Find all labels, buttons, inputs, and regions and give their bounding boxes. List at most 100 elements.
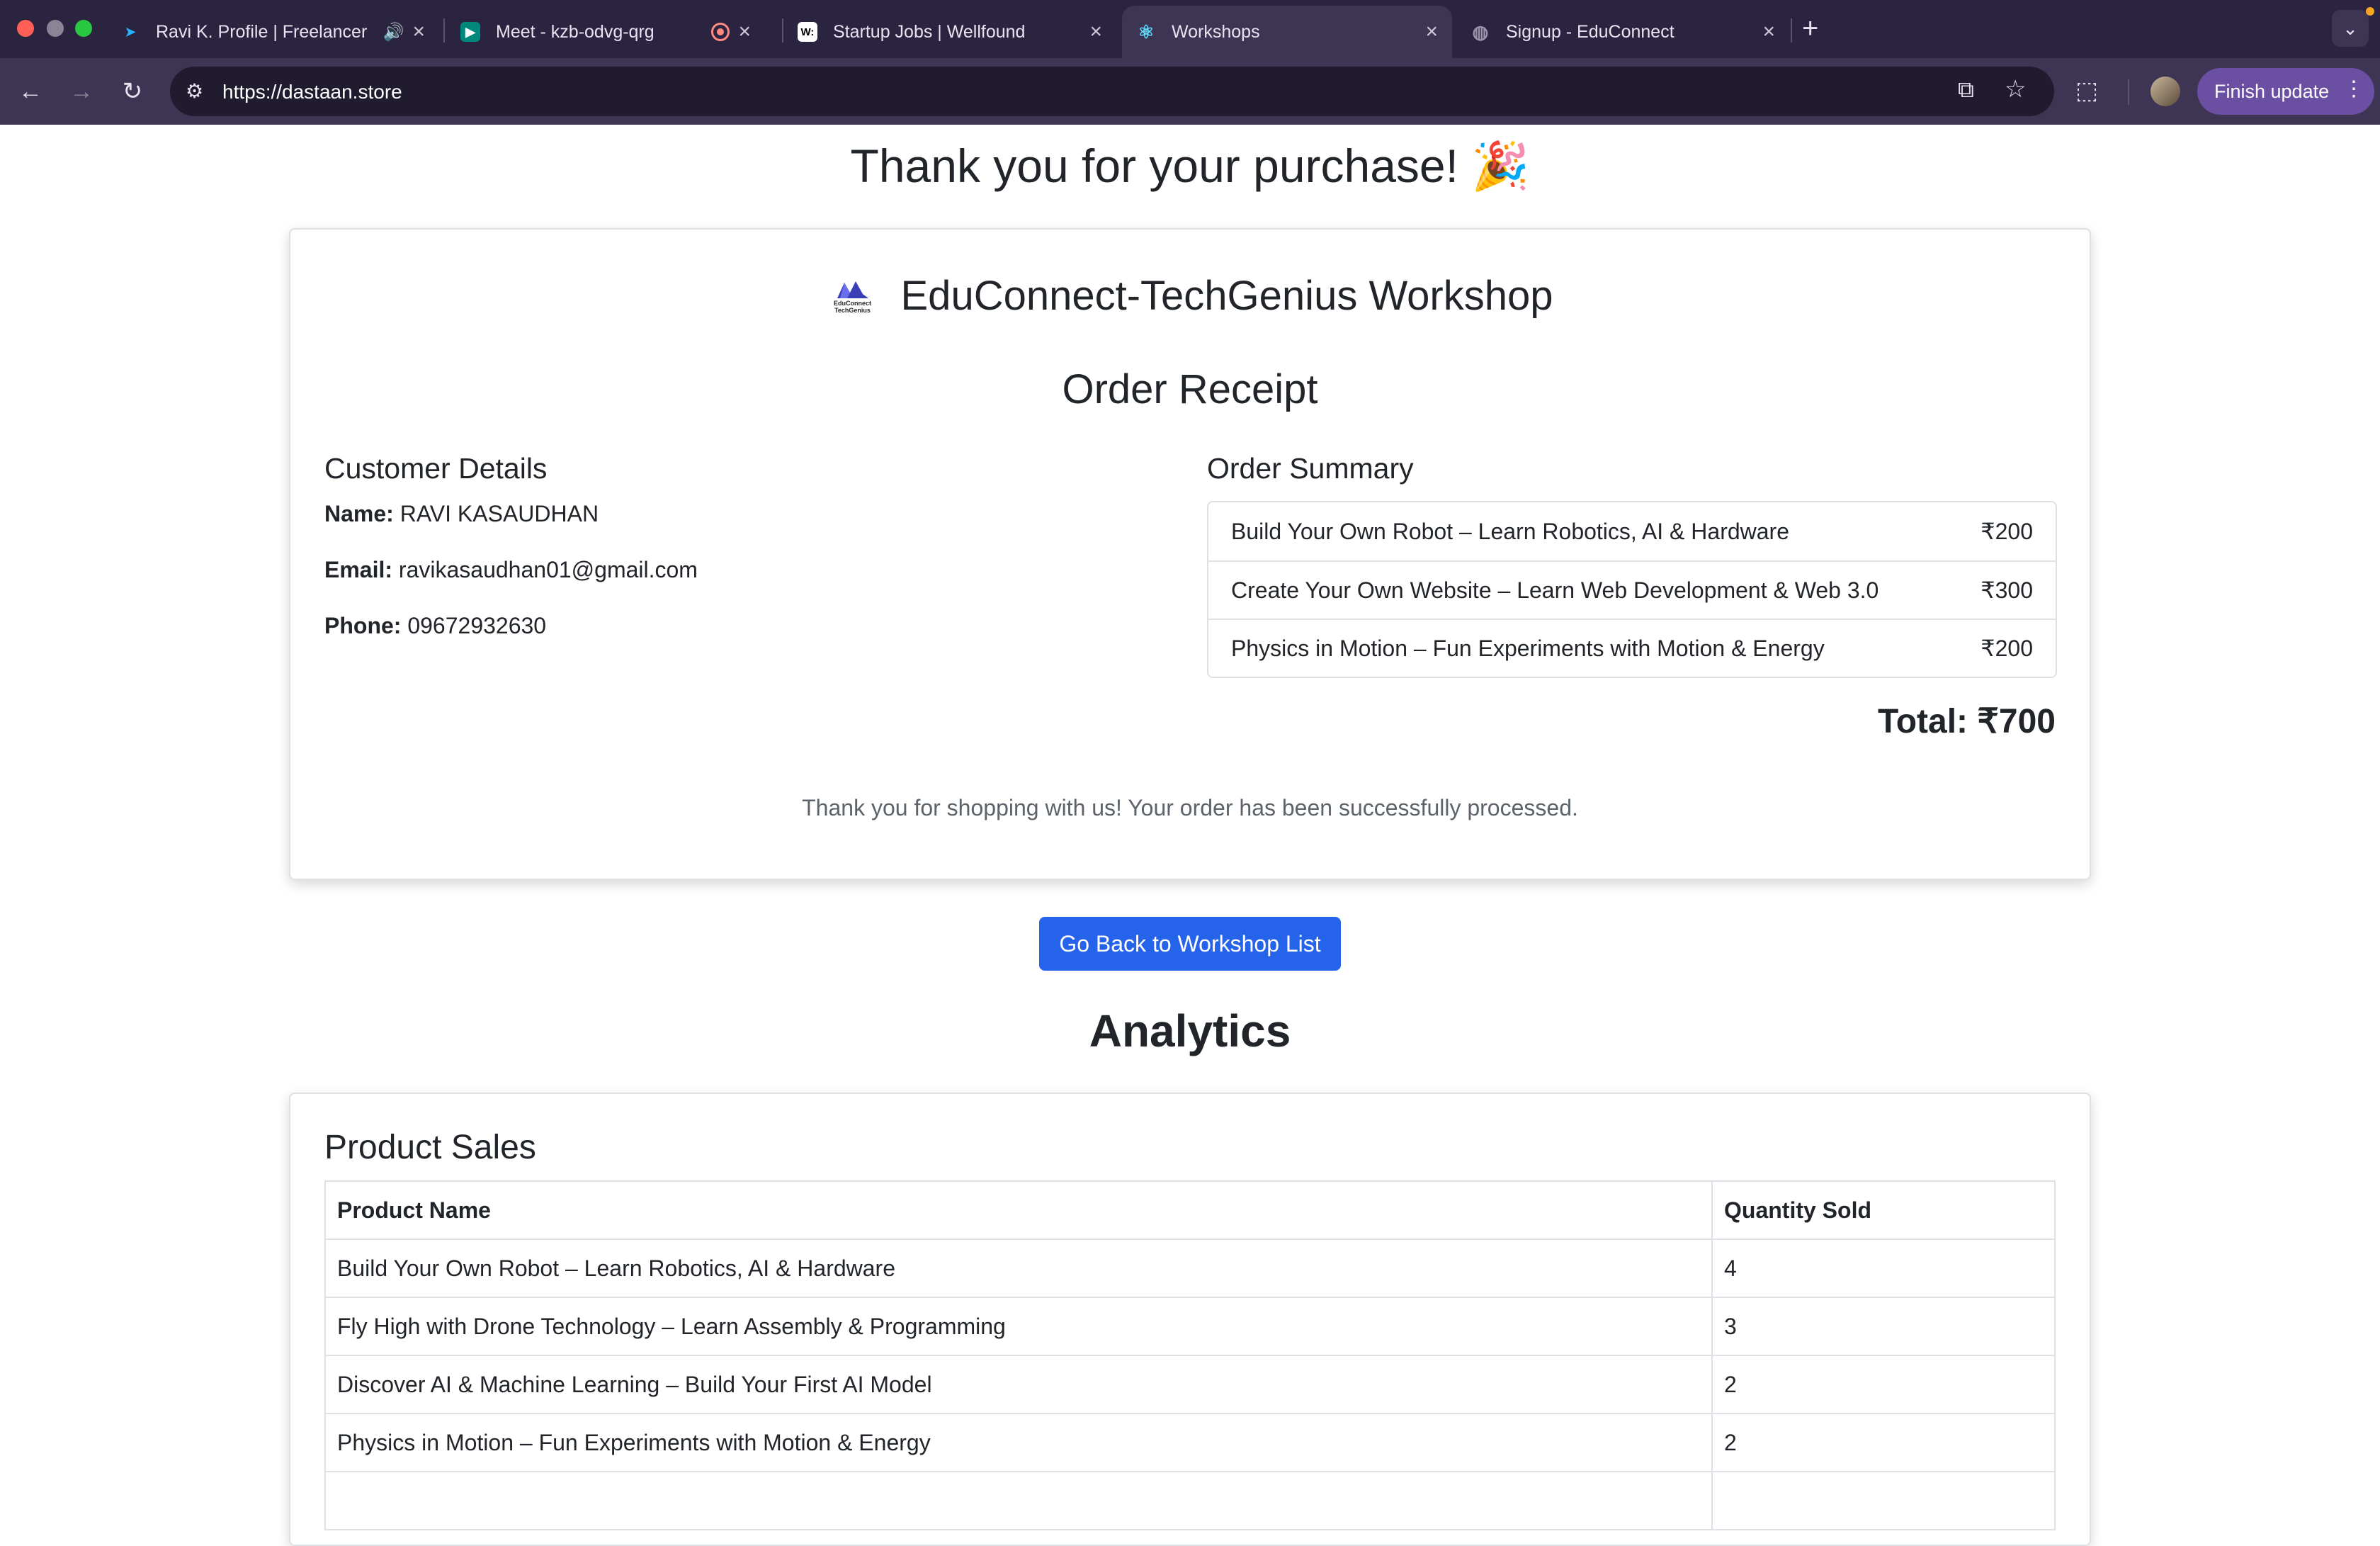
table-row: Physics in Motion – Fun Experiments with… [324,1413,2056,1472]
name-label: Name: [324,501,394,526]
product-name-cell: Fly High with Drone Technology – Learn A… [324,1297,1713,1356]
close-tab-icon[interactable]: × [1425,20,1438,44]
table-row: Fly High with Drone Technology – Learn A… [324,1297,2056,1356]
table-row: Discover AI & Machine Learning – Build Y… [324,1355,2056,1414]
quantity-cell [1711,1471,2056,1530]
tab-separator [1791,18,1792,43]
item-price: ₹300 [1980,577,2033,603]
order-summary-heading: Order Summary [1207,452,1414,485]
speaker-icon[interactable]: 🔊 [383,22,404,43]
customer-details: Customer Details Name: RAVI KASAUDHAN Em… [324,452,698,669]
product-sales-table: Product Name Quantity Sold Build Your Ow… [324,1180,2056,1530]
browser-tab-freelancer[interactable]: ➤ Ravi K. Profile | Freelancer 🔊 × [106,6,439,58]
new-tab-icon[interactable]: + [1802,13,1818,45]
toolbar-divider [2128,79,2129,105]
quantity-cell: 2 [1711,1413,2056,1472]
list-item: Create Your Own Website – Learn Web Deve… [1208,560,2056,619]
analytics-heading: Analytics [1089,1005,1291,1056]
item-price: ₹200 [1980,636,2033,661]
phone-label: Phone: [324,613,402,638]
browser-toolbar: ← → ↻ ⚙ https://dastaan.store ⧉ ☆ ⬚ Fini… [0,58,2380,125]
list-item: Build Your Own Robot – Learn Robotics, A… [1208,502,2056,560]
close-window-button[interactable] [17,20,34,37]
bookmark-star-icon[interactable]: ☆ [2005,75,2026,103]
total-value: ₹700 [1977,703,2056,740]
order-summary-list: Build Your Own Robot – Learn Robotics, A… [1207,501,2057,678]
tab-title: Workshops [1172,21,1260,42]
customer-email: Email: ravikasaudhan01@gmail.com [324,557,698,583]
product-name-cell: Discover AI & Machine Learning – Build Y… [324,1355,1713,1414]
site-settings-icon[interactable]: ⚙ [186,79,203,103]
tab-title: Signup - EduConnect [1506,21,1674,42]
back-arrow-icon[interactable]: ← [13,74,48,109]
table-row [324,1471,2056,1530]
forward-arrow-icon[interactable]: → [64,74,99,109]
browser-tab-meet[interactable]: ▶ Meet - kzb-odvg-qrg × [446,6,765,58]
tab-title: Meet - kzb-odvg-qrg [496,21,654,42]
item-name: Create Your Own Website – Learn Web Deve… [1231,577,1879,603]
react-icon: ⚛ [1138,21,1155,43]
receipt-card: EduConnect TechGenius EduConnect-TechGen… [289,228,2091,880]
finish-update-button[interactable]: Finish update ⋮ [2197,68,2374,115]
minimize-window-button[interactable] [47,20,64,37]
email-value: ravikasaudhan01@gmail.com [398,557,698,582]
install-app-icon[interactable]: ⧉ [1958,77,1974,103]
tab-search-icon[interactable]: ⌄ [2332,10,2369,47]
page-content: Thank you for your purchase! 🎉 EduConnec… [0,125,2380,1546]
more-menu-icon[interactable]: ⋮ [2343,77,2364,101]
close-tab-icon[interactable]: × [1762,20,1775,44]
browser-tab-workshops[interactable]: ⚛ Workshops × [1122,6,1452,58]
column-header-product-name: Product Name [324,1180,1713,1240]
close-tab-icon[interactable]: × [738,20,751,44]
customer-phone: Phone: 09672932630 [324,613,698,639]
close-tab-icon[interactable]: × [1089,20,1102,44]
extensions-icon[interactable]: ⬚ [2075,77,2098,105]
browser-tab-strip: ➤ Ravi K. Profile | Freelancer 🔊 × ▶ Mee… [0,0,2380,58]
product-name-cell [324,1471,1713,1530]
product-name-cell: Build Your Own Robot – Learn Robotics, A… [324,1239,1713,1298]
back-to-workshop-list-button[interactable]: Go Back to Workshop List [1039,917,1341,971]
reload-icon[interactable]: ↻ [115,74,150,109]
browser-tab-wellfound[interactable]: W: Startup Jobs | Wellfound × [783,6,1116,58]
name-value: RAVI KASAUDHAN [400,501,599,526]
phone-value: 09672932630 [407,613,547,638]
wellfound-icon: W: [798,22,817,42]
quantity-cell: 3 [1711,1297,2056,1356]
logo-text-line2: TechGenius [834,306,871,314]
product-name-cell: Physics in Motion – Fun Experiments with… [324,1413,1713,1472]
recording-icon [711,23,730,41]
item-name: Physics in Motion – Fun Experiments with… [1231,635,1825,661]
customer-name: Name: RAVI KASAUDHAN [324,501,698,527]
purchase-thanks-heading: Thank you for your purchase! 🎉 [850,140,1530,192]
tab-separator [443,18,445,43]
brand-header: EduConnect TechGenius EduConnect-TechGen… [290,272,2090,320]
product-sales-title: Product Sales [324,1129,536,1166]
browser-tab-signup[interactable]: ◍ Signup - EduConnect × [1456,6,1789,58]
profile-avatar[interactable] [2150,77,2180,106]
educonnect-logo: EduConnect TechGenius [827,273,878,319]
list-item: Physics in Motion – Fun Experiments with… [1208,619,2056,677]
url-text[interactable]: https://dastaan.store [222,81,402,103]
notification-dot [2366,7,2374,16]
order-total: Total: ₹700 [1878,701,2056,741]
email-label: Email: [324,557,393,582]
logo-mark-icon [837,281,868,298]
brand-title: EduConnect-TechGenius Workshop [900,273,1553,319]
table-header-row: Product Name Quantity Sold [324,1180,2056,1240]
tab-title: Startup Jobs | Wellfound [833,21,1026,42]
order-receipt-title: Order Receipt [1062,366,1318,412]
product-sales-card: Product Sales Product Name Quantity Sold… [289,1093,2091,1546]
address-bar[interactable]: ⚙ https://dastaan.store ⧉ ☆ [170,67,2054,116]
item-price: ₹200 [1980,519,2033,544]
customer-details-heading: Customer Details [324,452,548,485]
confirmation-message: Thank you for shopping with us! Your ord… [802,795,1578,820]
globe-icon: ◍ [1472,21,1489,43]
logo-text-line1: EduConnect [834,299,871,307]
close-tab-icon[interactable]: × [412,20,425,44]
table-row: Build Your Own Robot – Learn Robotics, A… [324,1239,2056,1298]
order-summary: Order Summary Build Your Own Robot – Lea… [1207,452,2057,678]
finish-update-label: Finish update [2214,80,2330,102]
freelancer-bird-icon: ➤ [125,24,136,39]
tab-title: Ravi K. Profile | Freelancer [156,21,368,42]
maximize-window-button[interactable] [75,20,92,37]
